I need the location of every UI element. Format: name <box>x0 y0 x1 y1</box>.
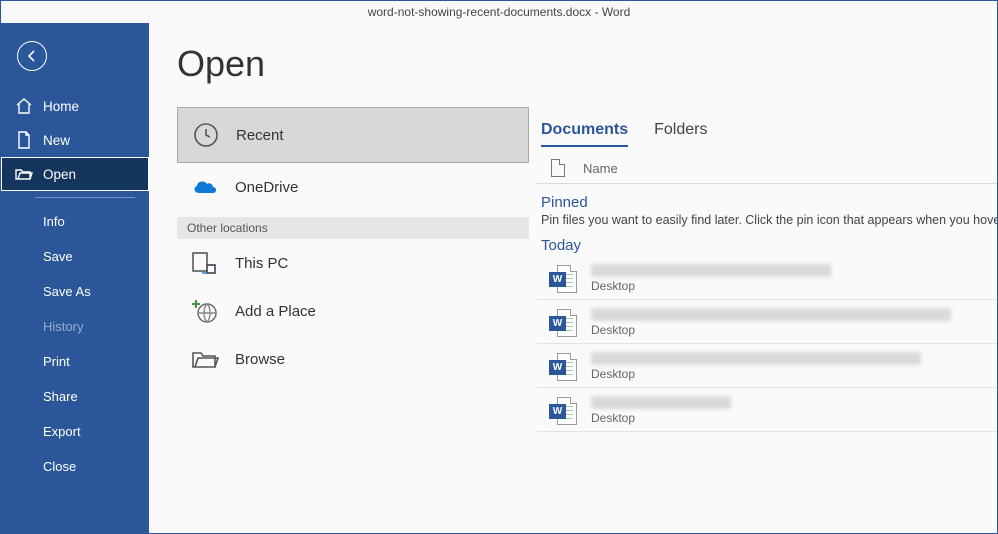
clock-icon <box>192 121 220 149</box>
location-onedrive-label: OneDrive <box>235 179 298 196</box>
recent-file-row[interactable]: W Desktop <box>537 344 997 388</box>
nav-info[interactable]: Info <box>1 204 149 239</box>
other-locations-header: Other locations <box>177 217 529 239</box>
nav-share[interactable]: Share <box>1 379 149 414</box>
location-addplace[interactable]: Add a Place <box>177 287 529 335</box>
nav-open-label: Open <box>43 167 76 182</box>
recent-file-row[interactable]: W Desktop <box>537 300 997 344</box>
file-list: W Desktop W Desktop W Desktop W Desktop <box>537 256 997 432</box>
nav-close[interactable]: Close <box>1 449 149 484</box>
name-column-label: Name <box>583 161 618 176</box>
document-title: word-not-showing-recent-documents.docx -… <box>368 5 631 19</box>
file-name-redacted <box>591 308 951 321</box>
word-doc-icon: W <box>549 353 577 381</box>
location-recent[interactable]: Recent <box>177 107 529 163</box>
files-column: Documents Folders Name Pinned Pin files … <box>529 23 997 533</box>
file-location: Desktop <box>591 279 831 293</box>
nav-open[interactable]: Open <box>1 157 149 191</box>
nav-home[interactable]: Home <box>1 89 149 123</box>
pinned-section-title: Pinned <box>541 194 997 211</box>
location-recent-label: Recent <box>236 127 284 144</box>
file-location: Desktop <box>591 411 731 425</box>
recent-file-row[interactable]: W Desktop <box>537 256 997 300</box>
file-info: Desktop <box>591 264 831 293</box>
location-addplace-label: Add a Place <box>235 303 316 320</box>
sidebar-separator <box>35 197 135 198</box>
name-column-header[interactable]: Name <box>537 147 997 184</box>
new-doc-icon <box>15 131 33 149</box>
file-info: Desktop <box>591 308 951 337</box>
addplace-icon <box>191 297 219 325</box>
location-onedrive[interactable]: OneDrive <box>177 163 529 211</box>
nav-save[interactable]: Save <box>1 239 149 274</box>
nav-print[interactable]: Print <box>1 344 149 379</box>
nav-new-label: New <box>43 133 70 148</box>
titlebar: word-not-showing-recent-documents.docx -… <box>1 1 997 23</box>
folder-open-icon <box>15 165 33 183</box>
word-doc-icon: W <box>549 309 577 337</box>
files-tabs: Documents Folders <box>537 121 997 147</box>
arrow-left-icon <box>24 48 40 64</box>
file-location: Desktop <box>591 367 921 381</box>
location-browse-label: Browse <box>235 351 285 368</box>
locations-column: Open Recent OneDrive Other locations <box>149 23 529 533</box>
nav-home-label: Home <box>43 99 79 114</box>
today-section-title: Today <box>541 237 997 254</box>
home-icon <box>15 97 33 115</box>
location-browse[interactable]: Browse <box>177 335 529 383</box>
file-info: Desktop <box>591 352 921 381</box>
page-title: Open <box>177 43 529 85</box>
nav-export[interactable]: Export <box>1 414 149 449</box>
tab-documents[interactable]: Documents <box>541 121 628 147</box>
doc-outline-icon <box>551 159 565 177</box>
file-name-redacted <box>591 396 731 409</box>
file-info: Desktop <box>591 396 731 425</box>
body: Home New Open Info Save Save As History … <box>1 23 997 533</box>
file-name-redacted <box>591 352 921 365</box>
location-thispc-label: This PC <box>235 255 288 272</box>
recent-file-row[interactable]: W Desktop <box>537 388 997 432</box>
file-location: Desktop <box>591 323 951 337</box>
main: Open Recent OneDrive Other locations <box>149 23 997 533</box>
word-doc-icon: W <box>549 397 577 425</box>
back-button[interactable] <box>17 41 47 71</box>
backstage-sidebar: Home New Open Info Save Save As History … <box>1 23 149 533</box>
tab-folders[interactable]: Folders <box>654 121 707 147</box>
onedrive-icon <box>191 173 219 201</box>
thispc-icon <box>191 249 219 277</box>
app-window: word-not-showing-recent-documents.docx -… <box>0 0 998 534</box>
nav-history: History <box>1 309 149 344</box>
location-thispc[interactable]: This PC <box>177 239 529 287</box>
browse-folder-icon <box>191 345 219 373</box>
pinned-hint: Pin files you want to easily find later.… <box>541 213 997 227</box>
nav-new[interactable]: New <box>1 123 149 157</box>
file-name-redacted <box>591 264 831 277</box>
word-doc-icon: W <box>549 265 577 293</box>
nav-save-as[interactable]: Save As <box>1 274 149 309</box>
